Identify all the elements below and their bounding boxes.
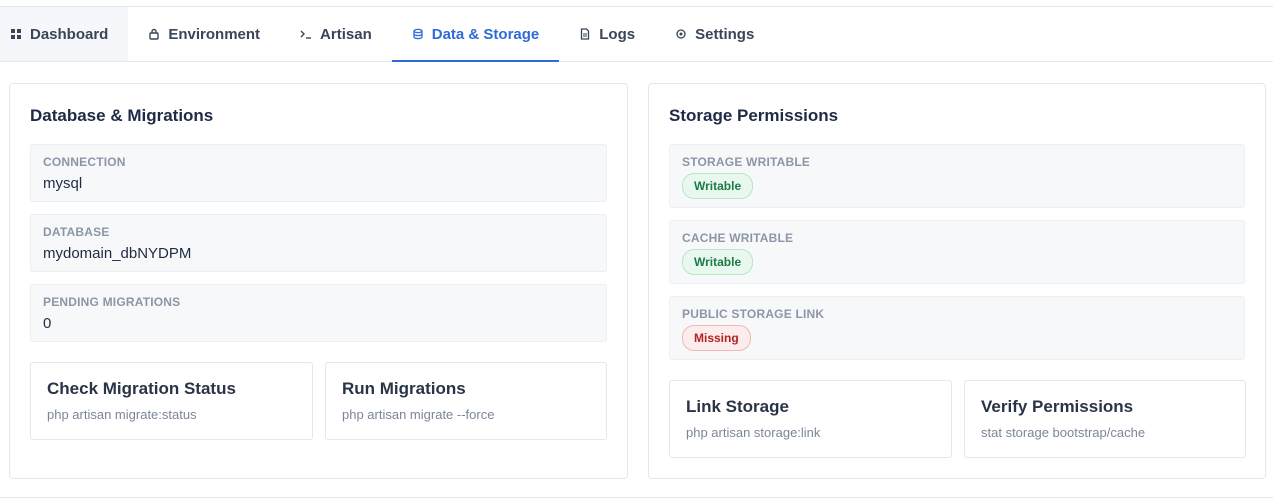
- verify-permissions-button[interactable]: Verify Permissions stat storage bootstra…: [964, 380, 1246, 458]
- action-title: Link Storage: [686, 397, 789, 416]
- tab-artisan[interactable]: Artisan: [280, 7, 392, 61]
- check-migration-status-button[interactable]: Check Migration Status php artisan migra…: [30, 362, 313, 440]
- file-icon: [579, 28, 591, 40]
- lock-icon: [148, 28, 160, 40]
- terminal-icon: [300, 28, 312, 40]
- database-field: DATABASE mydomain_dbNYDPM: [30, 214, 607, 272]
- panel-title: Storage Permissions: [669, 106, 839, 125]
- public-storage-link-field: PUBLIC STORAGE LINK Missing: [669, 296, 1245, 360]
- tab-environment[interactable]: Environment: [128, 7, 280, 61]
- action-title: Verify Permissions: [981, 397, 1134, 416]
- tab-bar: Dashboard Environment Artisan Data & Sto…: [0, 7, 1273, 62]
- field-label: PUBLIC STORAGE LINK: [682, 307, 825, 321]
- field-label: CONNECTION: [43, 155, 126, 169]
- tab-label: Environment: [168, 25, 261, 43]
- database-icon: [412, 28, 424, 40]
- storage-panel: Storage Permissions STORAGE WRITABLE Wri…: [648, 83, 1266, 479]
- field-value: mydomain_dbNYDPM: [43, 245, 192, 262]
- tab-settings[interactable]: Settings: [655, 7, 774, 61]
- status-badge: Writable: [682, 249, 754, 275]
- cache-writable-field: CACHE WRITABLE Writable: [669, 220, 1245, 284]
- run-migrations-button[interactable]: Run Migrations php artisan migrate --for…: [325, 362, 607, 440]
- field-label: PENDING MIGRATIONS: [43, 295, 181, 309]
- connection-field: CONNECTION mysql: [30, 144, 607, 202]
- action-title: Check Migration Status: [47, 379, 236, 398]
- action-command: php artisan storage:link: [686, 425, 821, 440]
- gear-icon: [675, 28, 687, 40]
- database-panel: Database & Migrations CONNECTION mysql D…: [9, 83, 628, 479]
- tab-label: Data & Storage: [431, 25, 540, 43]
- tab-label: Settings: [695, 25, 755, 43]
- grid-icon: [10, 28, 22, 40]
- link-storage-button[interactable]: Link Storage php artisan storage:link: [669, 380, 952, 458]
- bottom-divider: [0, 497, 1273, 498]
- tab-label: Artisan: [320, 25, 372, 43]
- storage-writable-field: STORAGE WRITABLE Writable: [669, 144, 1245, 208]
- panel-title: Database & Migrations: [30, 106, 214, 125]
- pending-migrations-field: PENDING MIGRATIONS 0: [30, 284, 607, 342]
- action-title: Run Migrations: [342, 379, 466, 398]
- tab-label: Logs: [599, 25, 636, 43]
- field-label: CACHE WRITABLE: [682, 231, 794, 245]
- action-command: php artisan migrate:status: [47, 407, 197, 422]
- field-label: STORAGE WRITABLE: [682, 155, 811, 169]
- tab-label: Dashboard: [30, 25, 109, 43]
- tab-data-storage[interactable]: Data & Storage: [391, 7, 560, 62]
- field-value: mysql: [43, 175, 83, 192]
- action-command: php artisan migrate --force: [342, 407, 495, 422]
- action-command: stat storage bootstrap/cache: [981, 425, 1146, 440]
- field-label: DATABASE: [43, 225, 110, 239]
- status-badge: Missing: [682, 325, 751, 351]
- tab-dashboard[interactable]: Dashboard: [0, 7, 129, 61]
- tab-logs[interactable]: Logs: [559, 7, 655, 61]
- field-value: 0: [43, 315, 52, 332]
- status-badge: Writable: [682, 173, 754, 199]
